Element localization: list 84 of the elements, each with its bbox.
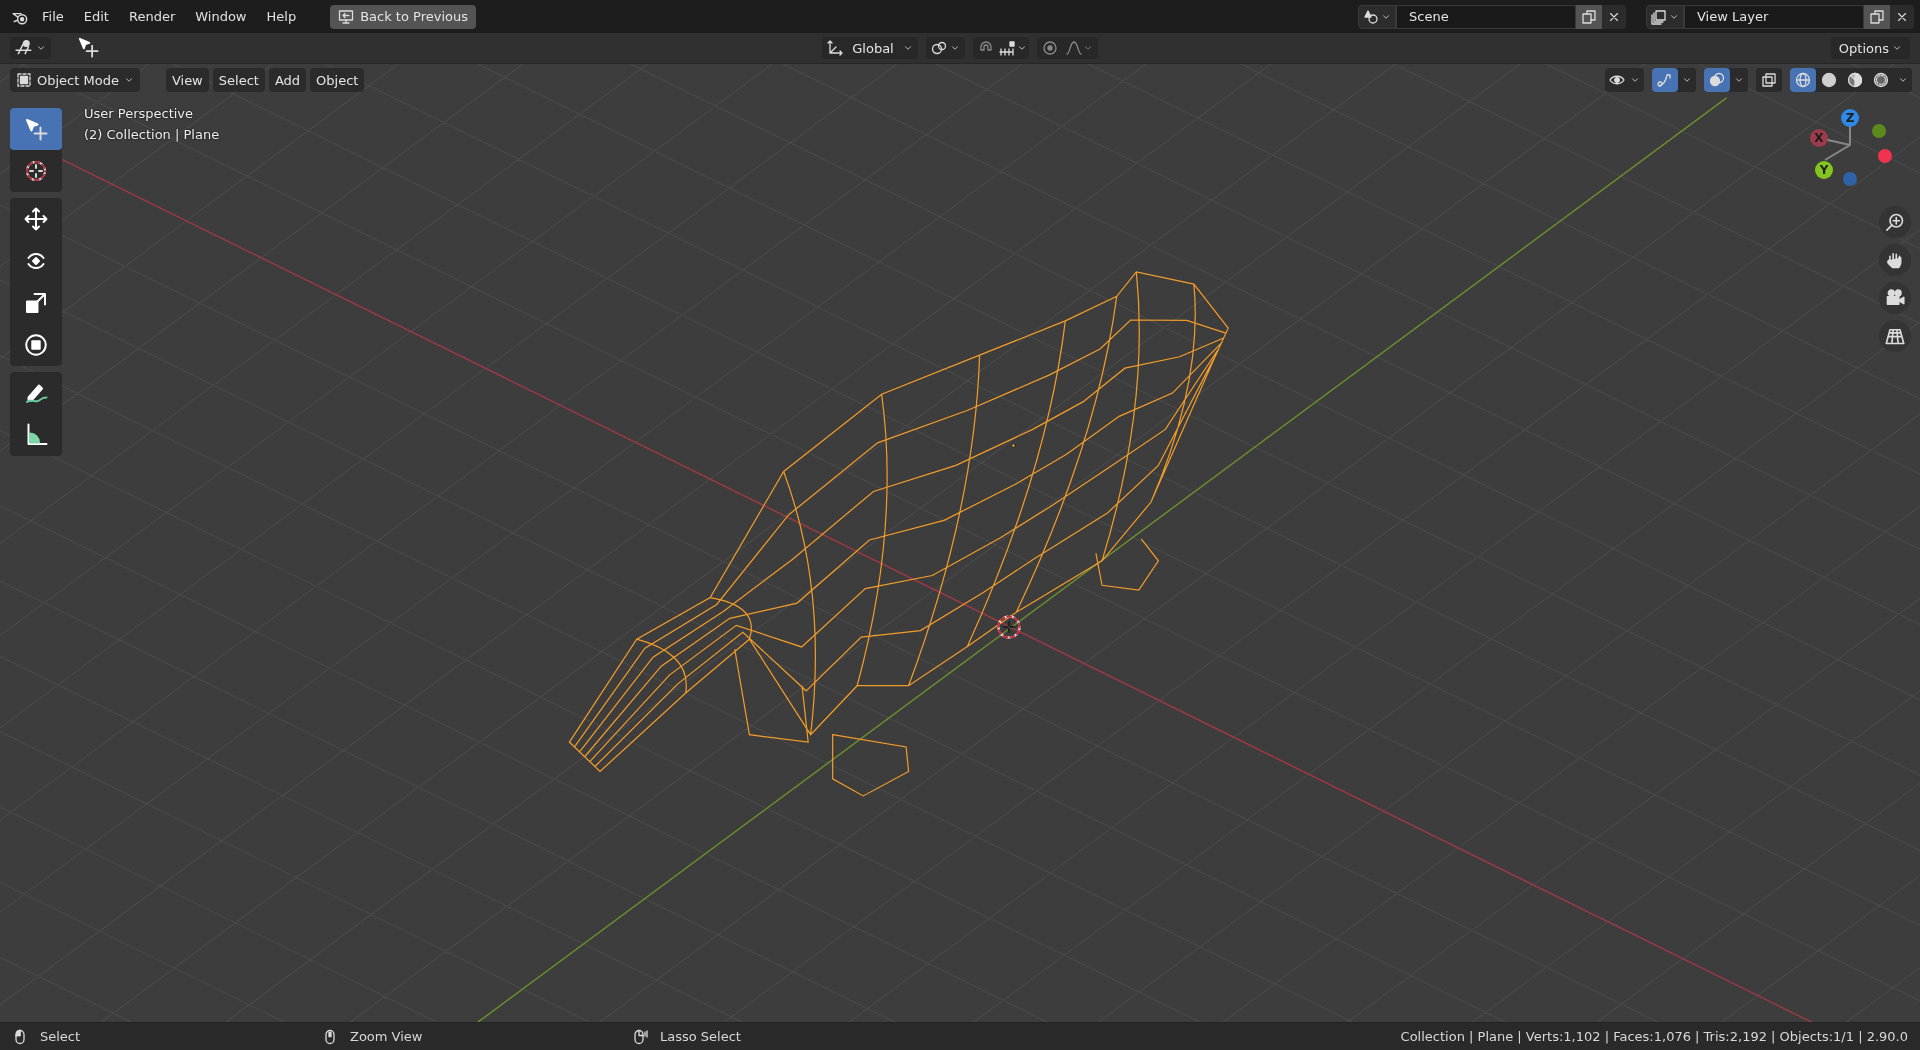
grid-sphere-icon bbox=[15, 39, 33, 57]
snap-increment-icon[interactable] bbox=[999, 40, 1015, 56]
chevron-down-icon bbox=[903, 43, 913, 53]
chevron-down-icon bbox=[123, 75, 134, 85]
viewport-info-text: User Perspective bbox=[84, 106, 195, 121]
zoom-button[interactable] bbox=[1879, 206, 1911, 238]
gizmo-axis-dot[interactable] bbox=[1843, 172, 1857, 186]
status-hint-text: Select bbox=[40, 1029, 81, 1044]
menu-item[interactable]: View bbox=[165, 68, 209, 92]
overlays-toggle[interactable] bbox=[1704, 68, 1730, 92]
scene-icon bbox=[1363, 8, 1379, 25]
3d-cursor-icon[interactable] bbox=[996, 614, 1022, 640]
overlay-circles-icon bbox=[1709, 72, 1725, 88]
status-hint-text: Lasso Select bbox=[660, 1029, 741, 1044]
chevron-down-icon bbox=[950, 43, 960, 53]
select-box-tool-icon bbox=[24, 117, 48, 141]
mouse-icon bbox=[632, 1028, 648, 1045]
gizmo-axis-label[interactable]: Y bbox=[1815, 161, 1833, 179]
chevron-down-icon bbox=[1630, 75, 1640, 85]
cursor-tool-icon bbox=[24, 159, 48, 183]
grid-plane-icon bbox=[1885, 326, 1905, 346]
orientation-dropdown[interactable]: Global bbox=[822, 37, 918, 59]
wireframe-sphere-icon bbox=[1795, 72, 1811, 88]
chevron-down-icon bbox=[1017, 43, 1027, 53]
view-layer-selector[interactable] bbox=[1646, 4, 1684, 29]
transform-tool-icon bbox=[24, 333, 48, 357]
gizmo-axis-label[interactable]: Z bbox=[1841, 109, 1859, 127]
back-to-previous-button[interactable]: Back to Previous bbox=[330, 4, 476, 29]
menu-item[interactable]: Help bbox=[258, 5, 305, 28]
select-mode-icon[interactable] bbox=[77, 35, 99, 58]
chevron-down-icon bbox=[1734, 75, 1744, 85]
menu-item[interactable]: Window bbox=[187, 5, 255, 28]
move-tool-icon bbox=[24, 207, 48, 231]
chevron-down-icon bbox=[1682, 75, 1692, 85]
scale-tool-icon bbox=[24, 291, 48, 315]
camera-view-button[interactable] bbox=[1879, 282, 1911, 314]
projection-toggle-button[interactable] bbox=[1879, 320, 1911, 352]
pivot-icon bbox=[931, 40, 947, 56]
wireframe-animal-drawing[interactable] bbox=[568, 271, 1229, 797]
view-layer-name-field[interactable]: View Layer bbox=[1684, 4, 1864, 29]
orientation-axes-icon bbox=[827, 40, 843, 56]
visibility-dropdown[interactable] bbox=[1605, 68, 1644, 92]
chevron-down-icon bbox=[36, 43, 46, 53]
menu-item[interactable]: Add bbox=[268, 68, 307, 92]
rendered-sphere-icon bbox=[1873, 72, 1889, 88]
xray-toggle[interactable] bbox=[1756, 68, 1782, 92]
pan-button[interactable] bbox=[1879, 244, 1911, 276]
scene-statistics-text: Collection | Plane | Verts:1,102 | Faces:1,076 | Tris:2,192 | Objects:1/1 | 2.90.0 bbox=[1400, 1029, 1908, 1044]
menu-item[interactable]: Select bbox=[212, 68, 265, 92]
copy-icon[interactable] bbox=[1581, 8, 1597, 25]
scene-selector[interactable] bbox=[1358, 4, 1396, 29]
menu-item[interactable]: Render bbox=[120, 5, 184, 28]
pivot-dropdown[interactable] bbox=[926, 37, 965, 59]
menu-item[interactable]: Object bbox=[310, 68, 365, 92]
ring-dot-icon bbox=[1042, 40, 1058, 56]
mouse-icon bbox=[322, 1028, 338, 1045]
shading-wireframe-button[interactable] bbox=[1790, 68, 1816, 92]
options-dropdown[interactable]: Options bbox=[1830, 37, 1910, 59]
layers-icon bbox=[1651, 8, 1667, 25]
mode-dropdown[interactable]: Object Mode bbox=[10, 68, 140, 92]
material-sphere-icon bbox=[1847, 72, 1863, 88]
status-hint-text: Zoom View bbox=[350, 1029, 423, 1044]
chevron-down-icon bbox=[1083, 43, 1093, 53]
gizmo-toggle[interactable] bbox=[1652, 68, 1678, 92]
object-mode-icon bbox=[16, 72, 32, 88]
movie-camera-icon bbox=[1885, 288, 1905, 308]
zoom-icon bbox=[1885, 212, 1905, 232]
mouse-icon bbox=[12, 1028, 28, 1045]
copy-icon[interactable] bbox=[1869, 8, 1885, 25]
scene-name-field[interactable]: Scene bbox=[1396, 4, 1576, 29]
menu-item[interactable]: File bbox=[34, 5, 72, 28]
viewport-info-text: (2) Collection | Plane bbox=[84, 127, 220, 142]
editor-type-button[interactable] bbox=[10, 37, 51, 59]
gizmo-axis-dot[interactable] bbox=[1872, 124, 1886, 138]
monitor-back-icon bbox=[338, 8, 355, 25]
xray-squares-icon bbox=[1761, 72, 1777, 88]
falloff-curve-icon bbox=[1066, 40, 1082, 56]
solid-sphere-icon bbox=[1821, 72, 1837, 88]
chevron-down-icon bbox=[1898, 75, 1908, 85]
chevron-down-icon bbox=[1892, 43, 1902, 53]
gizmo-arrows-icon bbox=[1657, 72, 1673, 88]
origin-dot-icon bbox=[1011, 443, 1016, 448]
gizmo-axis-dot[interactable] bbox=[1878, 149, 1892, 163]
menu-item[interactable]: Edit bbox=[75, 5, 117, 28]
